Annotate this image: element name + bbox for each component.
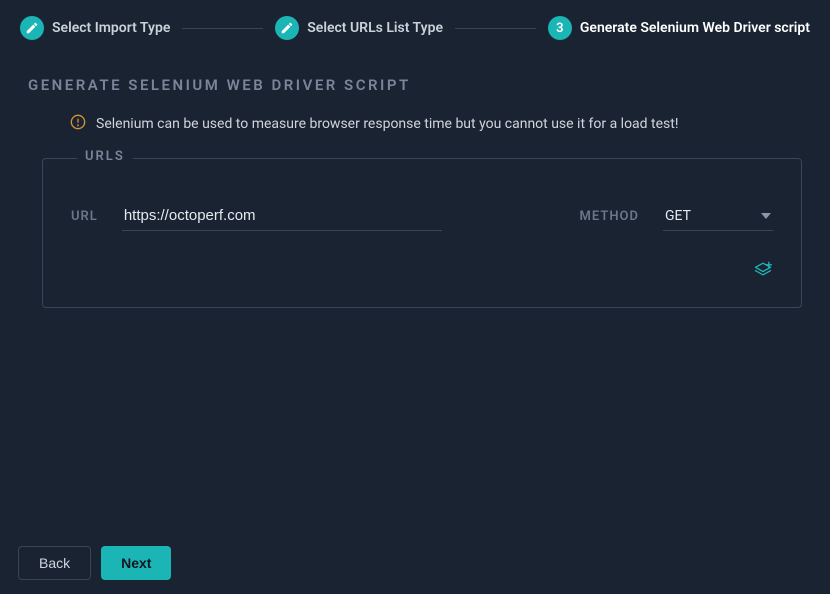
- step-generate-selenium-script[interactable]: 3 Generate Selenium Web Driver script: [548, 16, 810, 40]
- method-label: METHOD: [580, 209, 639, 224]
- pencil-icon: [20, 16, 44, 40]
- step-connector: [182, 28, 263, 29]
- info-text: Selenium can be used to measure browser …: [96, 116, 678, 132]
- method-select[interactable]: GET: [663, 202, 773, 231]
- url-label: URL: [71, 209, 98, 224]
- pencil-icon: [275, 16, 299, 40]
- step-label: Select URLs List Type: [307, 20, 443, 36]
- url-form-row: URL METHOD GET: [71, 201, 773, 231]
- add-layer-icon[interactable]: [753, 259, 773, 283]
- chevron-down-icon: [761, 211, 771, 221]
- step-connector: [455, 28, 536, 29]
- step-label: Select Import Type: [52, 20, 170, 36]
- page-title: GENERATE SELENIUM WEB DRIVER SCRIPT: [0, 64, 830, 114]
- step-label: Generate Selenium Web Driver script: [580, 20, 810, 36]
- step-select-urls-list-type[interactable]: Select URLs List Type: [275, 16, 443, 40]
- step-number-badge: 3: [548, 16, 572, 40]
- method-value: GET: [665, 208, 691, 224]
- method-group: METHOD GET: [580, 202, 773, 231]
- wizard-footer: Back Next: [18, 546, 171, 580]
- add-url-row: [71, 259, 773, 283]
- warning-icon: [70, 114, 86, 134]
- urls-fieldset: URLS URL METHOD GET: [42, 158, 802, 308]
- url-input[interactable]: [122, 201, 442, 231]
- wizard-stepper: Select Import Type Select URLs List Type…: [0, 0, 830, 64]
- urls-legend: URLS: [77, 149, 133, 164]
- next-button[interactable]: Next: [101, 546, 171, 580]
- step-select-import-type[interactable]: Select Import Type: [20, 16, 170, 40]
- back-button[interactable]: Back: [18, 546, 91, 580]
